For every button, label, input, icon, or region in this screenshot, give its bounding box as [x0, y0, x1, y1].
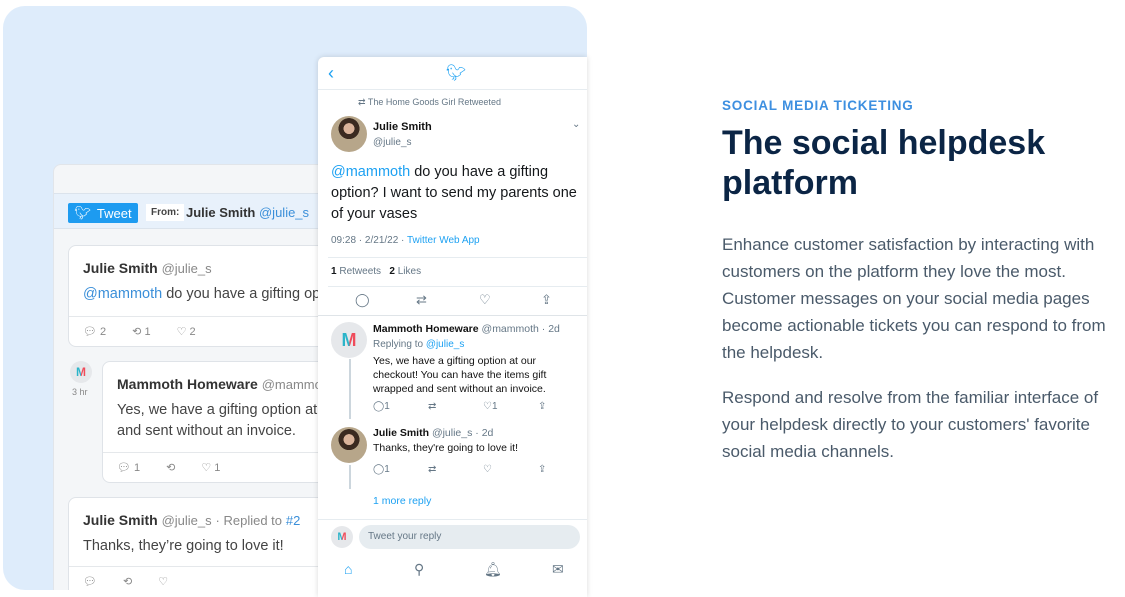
replying-to: Replying to @julie_s — [373, 339, 465, 350]
retweet-icon[interactable]: ⟲ — [166, 461, 175, 474]
message-card[interactable]: Mammoth Homeware @mammo Yes, we have a g… — [102, 361, 352, 483]
home-icon[interactable]: ⌂ — [344, 561, 352, 577]
search-icon[interactable]: ⚲ — [414, 561, 424, 578]
share-icon[interactable]: ⇪ — [538, 464, 546, 475]
reply-icon[interactable]: ◯ — [355, 292, 370, 308]
reply-count[interactable]: ◯ 1 — [373, 464, 390, 475]
more-replies-link[interactable]: 1 more reply — [373, 495, 431, 507]
retweeted-by: ⇄ The Home Goods Girl Retweeted — [358, 97, 501, 107]
description-2: Respond and resolve from the familiar in… — [722, 388, 1099, 461]
helpdesk-window: 🐦︎ Tweet From: Julie Smith @julie_s Julie… — [53, 164, 352, 590]
retweet-icon[interactable]: ⇄ — [428, 464, 436, 475]
author-name[interactable]: Julie Smith — [373, 121, 432, 133]
tweet-text: @mammoth do you have a gifting option? I… — [331, 164, 577, 222]
twitter-bird-icon: 🐦︎ — [74, 205, 91, 220]
tweet-stats: 1 Retweets 2 Likes — [331, 266, 422, 277]
julie-avatar — [331, 116, 367, 152]
message-card[interactable]: Julie Smith @julie_s @mammoth do you hav… — [68, 245, 348, 347]
share-icon[interactable]: ⇪ — [541, 292, 552, 308]
reply-text: Thanks, they're going to love it! — [373, 442, 519, 454]
julie-avatar — [331, 427, 367, 463]
my-avatar: M — [331, 526, 353, 548]
message-time: 3 hr — [72, 387, 88, 397]
like-count[interactable]: ♡ 2 — [177, 325, 196, 338]
reply-author: Mammoth Homeware @mammoth · 2d — [373, 323, 560, 335]
twitter-logo-icon: 🐦︎ — [446, 65, 467, 82]
messages-icon[interactable]: ✉ — [552, 561, 564, 578]
from-label: From: — [146, 204, 185, 221]
from-account[interactable]: Julie Smith @julie_s — [186, 205, 309, 220]
description-1: Enhance customer satisfaction by interac… — [722, 235, 1106, 362]
like-icon[interactable]: ♡ — [483, 464, 492, 475]
reply-icon[interactable]: 💬︎ — [83, 575, 97, 588]
chevron-down-icon[interactable]: ⌄ — [572, 119, 580, 130]
notifications-icon[interactable]: 🔔︎ — [484, 561, 502, 578]
like-count[interactable]: ♡ 1 — [483, 401, 498, 412]
author-handle: @julie_s — [373, 137, 412, 148]
retweet-count[interactable]: ⟲ 1 — [132, 325, 150, 338]
like-icon[interactable]: ♡ — [158, 575, 168, 588]
reply-text: Yes, we have a gifting option at our che… — [373, 355, 547, 395]
reply-author: Julie Smith @julie_s · 2d — [373, 427, 494, 439]
message-card[interactable]: Julie Smith @julie_s · Replied to #2 Tha… — [68, 497, 348, 590]
compose-bar: 🐦︎ Tweet From: Julie Smith @julie_s — [54, 193, 342, 229]
retweet-icon[interactable]: ⇄ — [428, 401, 436, 412]
retweet-icon[interactable]: ⇄ — [416, 292, 427, 308]
like-count[interactable]: ♡ 1 — [201, 461, 220, 474]
feature-copy: SOCIAL MEDIA TICKETING The social helpde… — [722, 98, 1112, 465]
tweet-button[interactable]: 🐦︎ Tweet — [68, 203, 138, 223]
reply-count[interactable]: 💬︎ 1 — [117, 461, 140, 474]
back-icon[interactable]: ‹ — [328, 63, 334, 84]
eyebrow: SOCIAL MEDIA TICKETING — [722, 98, 914, 113]
like-icon[interactable]: ♡ — [479, 292, 491, 308]
reply-count[interactable]: 💬︎ 2 — [83, 325, 106, 338]
replied-to-link[interactable]: #2 — [286, 513, 300, 528]
retweet-icon[interactable]: ⟲ — [123, 575, 132, 588]
share-icon[interactable]: ⇪ — [538, 401, 546, 412]
reply-input[interactable]: Tweet your reply — [359, 525, 580, 549]
mammoth-avatar: M — [331, 322, 367, 358]
reply-count[interactable]: ◯ 1 — [373, 401, 390, 412]
twitter-phone: ‹ 🐦︎ ⇄ The Home Goods Girl Retweeted Jul… — [318, 57, 587, 597]
mammoth-avatar: M — [70, 361, 92, 383]
mention-link[interactable]: @mammoth — [83, 286, 162, 302]
page-title: The social helpdesk platform — [722, 124, 1046, 202]
replying-to-link[interactable]: @julie_s — [426, 339, 465, 350]
tweet-meta: 09:28 · 2/21/22 · Twitter Web App — [331, 235, 480, 246]
